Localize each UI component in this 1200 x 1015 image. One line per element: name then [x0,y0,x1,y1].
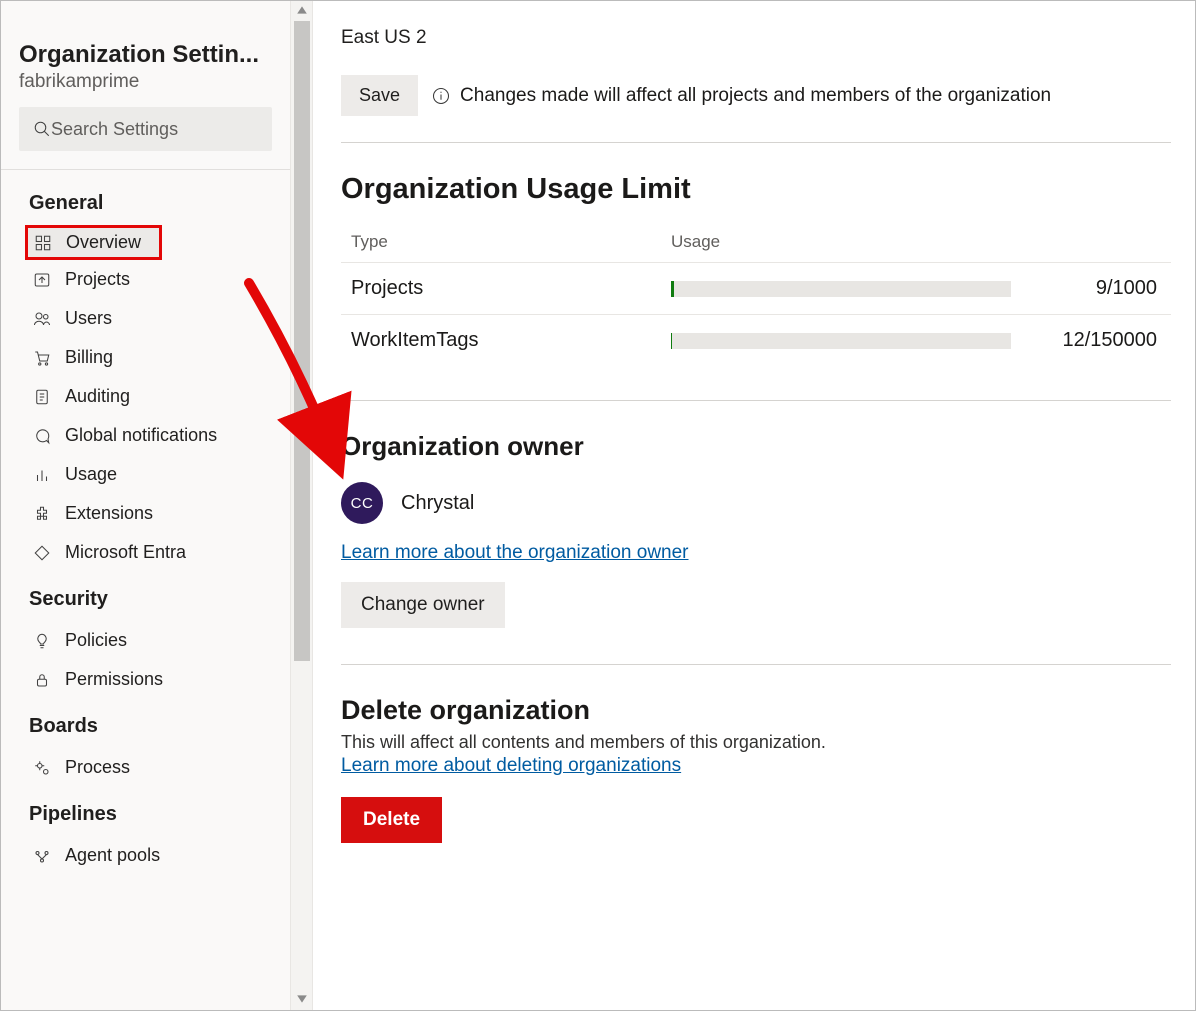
sidebar-item-billing[interactable]: Billing [1,338,290,377]
sidebar-item-projects[interactable]: Projects [1,260,290,299]
lock-icon [33,671,51,689]
usage-value: 12/150000 [1011,329,1161,352]
owner-heading: Organization owner [341,431,1171,462]
users-icon [33,310,51,328]
scroll-up-icon[interactable] [294,3,310,17]
save-note-text: Changes made will affect all projects an… [460,85,1051,107]
sidebar-item-agent-pools[interactable]: Agent pools [1,836,290,875]
divider [1,169,290,170]
group-boards: Boards [1,703,290,748]
usage-value: 9/1000 [1011,277,1161,300]
sidebar-item-label: Overview [66,232,141,253]
search-settings[interactable] [19,107,272,151]
sidebar-item-notifications[interactable]: Global notifications [1,416,290,455]
sidebar-item-label: Permissions [65,669,163,690]
sidebar-item-extensions[interactable]: Extensions [1,494,290,533]
sidebar-item-label: Projects [65,269,130,290]
chat-icon [33,427,51,445]
scroll-thumb[interactable] [294,21,310,661]
usage-heading: Organization Usage Limit [341,173,1171,206]
sidebar-item-label: Process [65,757,130,778]
group-security: Security [1,576,290,621]
document-icon [33,388,51,406]
delete-heading: Delete organization [341,695,1171,726]
upload-box-icon [33,271,51,289]
grid-icon [34,234,52,252]
delete-text: This will affect all contents and member… [341,732,1171,753]
learn-delete-link[interactable]: Learn more about deleting organizations [341,755,681,777]
sidebar-item-label: Global notifications [65,425,217,446]
learn-owner-link[interactable]: Learn more about the organization owner [341,542,689,564]
sidebar: Organization Settin... fabrikamprime Gen… [1,1,291,1010]
usage-row: WorkItemTags 12/150000 [341,314,1171,366]
puzzle-icon [33,505,51,523]
sidebar-item-users[interactable]: Users [1,299,290,338]
sidebar-item-permissions[interactable]: Permissions [1,660,290,699]
col-usage: Usage [671,232,1011,252]
group-general: General [1,180,290,225]
usage-bar [671,281,1011,297]
save-button[interactable]: Save [341,75,418,116]
delete-button[interactable]: Delete [341,797,442,843]
sidebar-item-label: Policies [65,630,127,651]
sidebar-item-label: Users [65,308,112,329]
sidebar-item-label: Microsoft Entra [65,542,186,563]
owner-name: Chrystal [401,492,474,515]
cart-icon [33,349,51,367]
region-label: East US 2 [341,27,1171,49]
org-name: fabrikamprime [19,71,272,93]
avatar: CC [341,482,383,524]
usage-row: Projects 9/1000 [341,262,1171,314]
sidebar-item-overview[interactable]: Overview [25,225,162,260]
usage-bar [671,333,1011,349]
sidebar-item-label: Billing [65,347,113,368]
sidebar-item-entra[interactable]: Microsoft Entra [1,533,290,572]
usage-table: Type Usage Projects 9/1000 WorkItemTags … [341,226,1171,366]
sidebar-item-label: Extensions [65,503,153,524]
bulb-icon [33,632,51,650]
main-content: East US 2 Save Changes made will affect … [313,1,1195,1010]
change-owner-button[interactable]: Change owner [341,582,505,628]
sidebar-item-policies[interactable]: Policies [1,621,290,660]
group-pipelines: Pipelines [1,791,290,836]
sidebar-item-label: Usage [65,464,117,485]
page-title: Organization Settin... [19,41,272,69]
bar-chart-icon [33,466,51,484]
col-type: Type [351,232,671,252]
sidebar-item-label: Agent pools [65,845,160,866]
search-icon [33,120,51,138]
diamond-icon [33,544,51,562]
scrollbar[interactable] [291,1,313,1010]
info-icon [432,87,450,105]
sidebar-item-process[interactable]: Process [1,748,290,787]
usage-type: WorkItemTags [351,329,671,352]
usage-type: Projects [351,277,671,300]
gears-icon [33,759,51,777]
pool-icon [33,847,51,865]
sidebar-item-usage[interactable]: Usage [1,455,290,494]
sidebar-item-auditing[interactable]: Auditing [1,377,290,416]
search-input[interactable] [51,119,283,140]
sidebar-item-label: Auditing [65,386,130,407]
scroll-down-icon[interactable] [294,992,310,1006]
